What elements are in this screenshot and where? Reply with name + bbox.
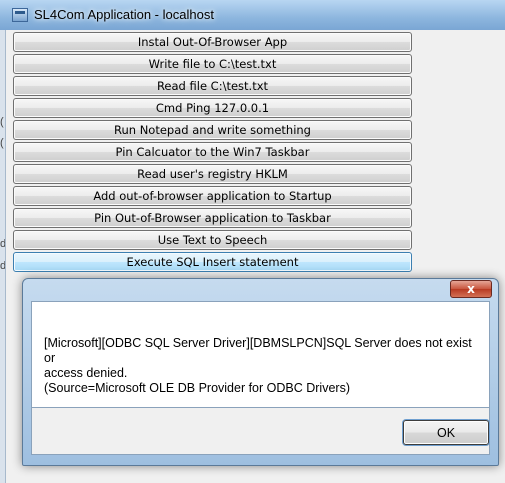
left-edge: ( ( d d [0,30,6,483]
error-source-line: (Source=Microsoft OLE DB Provider for OD… [44,381,350,395]
dialog-titlebar[interactable]: x [23,279,498,300]
app-icon [12,8,28,22]
text-to-speech-button[interactable]: Use Text to Speech [13,230,412,250]
execute-sql-button[interactable]: Execute SQL Insert statement [13,252,412,272]
pin-calculator-button[interactable]: Pin Calcuator to the Win7 Taskbar [13,142,412,162]
close-button[interactable]: x [450,280,492,298]
close-icon: x [467,282,475,296]
dialog-footer: OK [31,408,490,455]
clipped-text: ( [0,137,4,149]
read-registry-button[interactable]: Read user's registry HKLM [13,164,412,184]
error-message: [Microsoft][ODBC SQL Server Driver][DBMS… [44,336,484,396]
pin-oob-taskbar-button[interactable]: Pin Out-of-Browser application to Taskba… [13,208,412,228]
read-file-button[interactable]: Read file C:\test.txt [13,76,412,96]
ok-button[interactable]: OK [403,420,489,445]
add-startup-button[interactable]: Add out-of-browser application to Startu… [13,186,412,206]
clipped-text: d [0,238,5,250]
main-titlebar[interactable]: SL4Com Application - localhost [0,0,505,30]
error-message-line: access denied. [44,366,128,380]
write-file-button[interactable]: Write file to C:\test.txt [13,54,412,74]
run-notepad-button[interactable]: Run Notepad and write something [13,120,412,140]
dialog-body: [Microsoft][ODBC SQL Server Driver][DBMS… [31,301,490,408]
cmd-ping-button[interactable]: Cmd Ping 127.0.0.1 [13,98,412,118]
clipped-text: ( [0,116,4,128]
error-dialog: x [Microsoft][ODBC SQL Server Driver][DB… [22,278,499,466]
clipped-text: d [0,260,5,272]
error-message-line: [Microsoft][ODBC SQL Server Driver][DBMS… [44,336,472,365]
install-oob-button[interactable]: Instal Out-Of-Browser App [13,32,412,52]
window-title: SL4Com Application - localhost [34,7,214,22]
